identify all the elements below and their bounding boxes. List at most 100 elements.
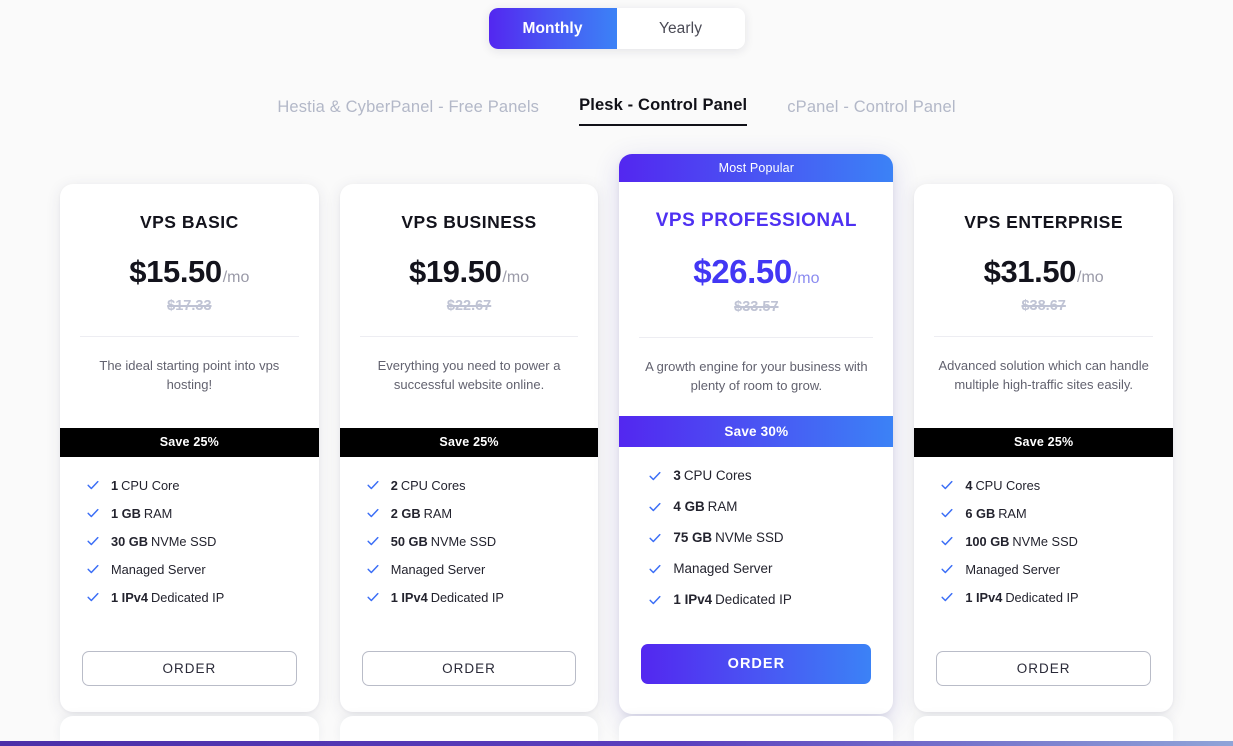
feature-value: 1 IPv4 xyxy=(965,589,1003,605)
order-button-wrap: ORDER xyxy=(340,651,599,712)
feature-item: 6 GB RAM xyxy=(940,506,1173,521)
feature-item: 1 IPv4 Dedicated IP xyxy=(366,590,599,605)
feature-item: Managed Server xyxy=(648,561,893,576)
feature-label: Managed Server xyxy=(111,561,206,577)
billing-cycle-toggle[interactable]: Monthly Yearly xyxy=(488,8,745,49)
below-fold-card-peek xyxy=(0,716,1233,742)
feature-label: Dedicated IP xyxy=(1005,589,1079,605)
feature-value: 2 xyxy=(390,477,398,493)
feature-label: RAM xyxy=(143,505,173,521)
plan-name: VPS PROFESSIONAL xyxy=(655,210,857,231)
check-icon xyxy=(367,509,379,518)
check-icon xyxy=(649,502,661,511)
feature-value: 4 xyxy=(965,477,973,493)
check-icon xyxy=(941,593,953,602)
panel-tab-2[interactable]: cPanel - Control Panel xyxy=(787,98,955,126)
order-button[interactable]: ORDER xyxy=(936,651,1152,686)
card-header: VPS PROFESSIONAL $26.50/mo $33.57 xyxy=(619,182,893,315)
plan-price-period: /mo xyxy=(502,269,530,286)
feature-value: 3 xyxy=(673,468,681,484)
billing-option-yearly[interactable]: Yearly xyxy=(616,8,745,49)
pricing-card-vps-basic: VPS BASIC $15.50/mo $17.33 The ideal starti… xyxy=(60,184,319,712)
feature-value: 30 GB xyxy=(111,533,148,549)
price-line: $19.50/mo xyxy=(358,254,581,290)
card-header: VPS ENTERPRISE $31.50/mo $38.67 xyxy=(914,184,1173,314)
plan-price: $15.50 xyxy=(129,254,222,289)
order-button-wrap: ORDER xyxy=(619,644,893,714)
panel-tab-0[interactable]: Hestia & CyberPanel - Free Panels xyxy=(277,98,539,126)
check-icon xyxy=(87,509,99,518)
feature-label: Dedicated IP xyxy=(715,592,792,608)
feature-value: 50 GB xyxy=(390,533,428,549)
feature-label: NVMe SSD xyxy=(715,530,784,546)
save-badge: Save 25% xyxy=(60,427,319,457)
feature-value: 1 GB xyxy=(111,505,141,521)
feature-list: 2 CPU Cores 2 GB RAM 50 GB NVMe SSD Managed Se… xyxy=(340,457,599,618)
most-popular-badge: Most Popular xyxy=(619,154,894,182)
feature-value: 1 IPv4 xyxy=(111,589,148,605)
feature-item: 30 GB NVMe SSD xyxy=(86,534,319,549)
ghost-card xyxy=(619,716,894,742)
plan-price: $19.50 xyxy=(409,254,502,289)
check-icon xyxy=(367,565,379,574)
feature-item: Managed Server xyxy=(366,562,599,577)
plan-price: $31.50 xyxy=(983,254,1077,289)
check-icon xyxy=(367,537,379,546)
feature-value: 6 GB xyxy=(965,505,996,521)
price-line: $26.50/mo xyxy=(637,253,875,291)
feature-value: 100 GB xyxy=(965,533,1010,549)
bottom-accent-bar xyxy=(0,741,1233,746)
check-icon xyxy=(941,537,953,546)
feature-item: 1 GB RAM xyxy=(86,506,319,521)
plan-tagline: Everything you need to power a successfu… xyxy=(377,358,561,393)
plan-price-period: /mo xyxy=(222,269,250,286)
feature-item: 1 IPv4 Dedicated IP xyxy=(86,590,319,605)
ghost-card xyxy=(914,716,1174,742)
billing-option-monthly[interactable]: Monthly xyxy=(488,8,617,49)
plan-old-price: $33.57 xyxy=(734,299,779,315)
plan-name: VPS BASIC xyxy=(139,212,239,232)
plan-old-price: $22.67 xyxy=(446,298,492,314)
plan-name: VPS ENTERPRISE xyxy=(964,212,1124,232)
feature-list: 1 CPU Core 1 GB RAM 30 GB NVMe SSD Managed Ser… xyxy=(60,457,319,618)
plan-price-period: /mo xyxy=(1077,269,1104,286)
check-icon xyxy=(87,593,99,602)
check-icon xyxy=(941,481,953,490)
feature-item: 50 GB NVMe SSD xyxy=(366,534,599,549)
pricing-card-vps-enterprise: VPS ENTERPRISE $31.50/mo $38.67 Advanced so… xyxy=(914,184,1174,712)
check-icon xyxy=(649,471,661,480)
order-button[interactable]: ORDER xyxy=(641,644,872,684)
pricing-card-vps-professional: Most Popular VPS PROFESSIONAL $26.50/mo $33… xyxy=(619,154,894,714)
order-button-wrap: ORDER xyxy=(914,651,1173,712)
feature-label: CPU Cores xyxy=(400,477,466,493)
feature-label: Managed Server xyxy=(965,561,1060,577)
check-icon xyxy=(87,537,99,546)
control-panel-tabs: Hestia & CyberPanel - Free Panels Plesk -… xyxy=(0,92,1233,126)
feature-value: 2 GB xyxy=(390,505,421,521)
order-button[interactable]: ORDER xyxy=(361,651,577,686)
billing-cycle-toggle-container: Monthly Yearly xyxy=(0,0,1233,49)
feature-item: 2 CPU Cores xyxy=(366,478,599,493)
feature-value: 1 IPv4 xyxy=(390,589,428,605)
feature-label: Managed Server xyxy=(673,561,773,577)
pricing-card-vps-business: VPS BUSINESS $19.50/mo $22.67 Everything yo… xyxy=(339,184,599,712)
panel-tab-1[interactable]: Plesk - Control Panel xyxy=(579,96,748,126)
feature-label: Dedicated IP xyxy=(151,589,225,605)
feature-item: 75 GB NVMe SSD xyxy=(648,530,893,545)
feature-item: 1 CPU Core xyxy=(86,478,319,493)
save-badge: Save 25% xyxy=(339,427,599,457)
order-button[interactable]: ORDER xyxy=(82,651,297,686)
feature-value: 1 xyxy=(111,477,119,493)
feature-list: 4 CPU Cores 6 GB RAM 100 GB NVMe SSD Managed S… xyxy=(914,457,1173,618)
feature-label: CPU Cores xyxy=(683,468,752,484)
save-badge: Save 25% xyxy=(914,427,1174,457)
feature-label: NVMe SSD xyxy=(1012,533,1078,549)
plan-tagline: The ideal starting point into vps hostin… xyxy=(99,358,280,393)
check-icon xyxy=(367,593,379,602)
feature-value: 75 GB xyxy=(673,530,713,546)
plan-tagline: Advanced solution which can handle multi… xyxy=(938,358,1149,393)
check-icon xyxy=(87,565,99,574)
feature-value: 4 GB xyxy=(673,499,705,515)
feature-item: 4 GB RAM xyxy=(648,499,893,514)
feature-item: Managed Server xyxy=(86,562,319,577)
